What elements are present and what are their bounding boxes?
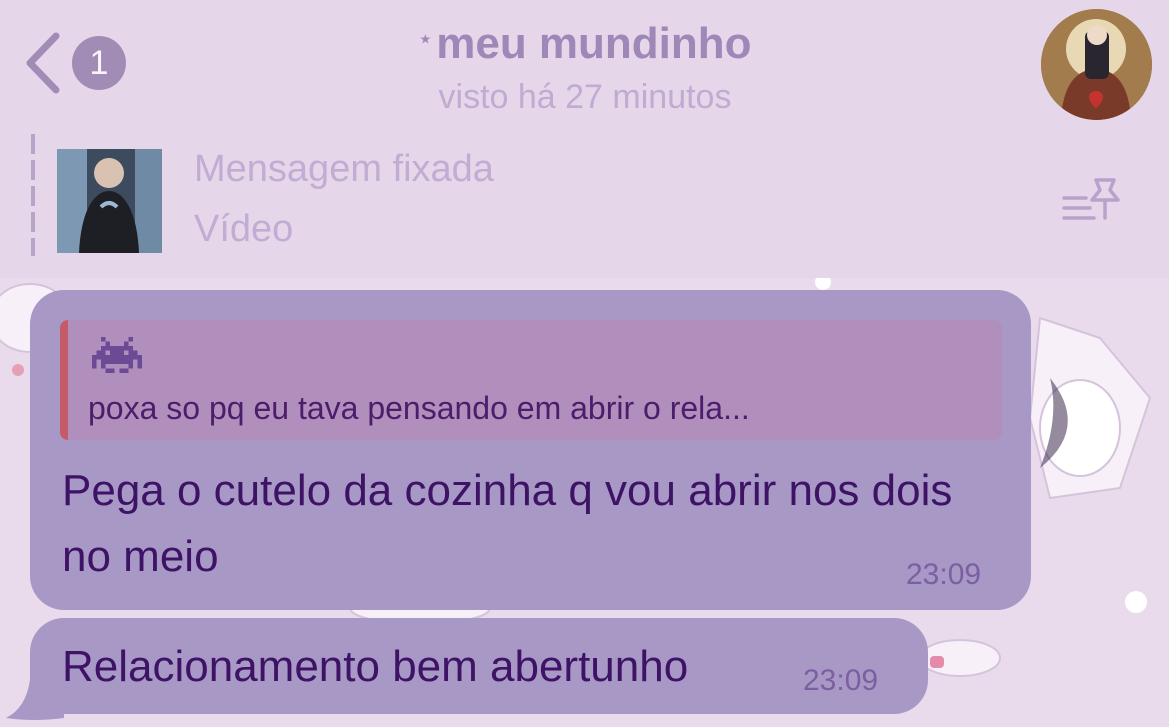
reply-accent-bar <box>60 320 68 440</box>
chat-title: ⋆meu mundinho <box>300 14 870 69</box>
chat-name: meu mundinho <box>436 19 752 68</box>
back-button[interactable]: 1 <box>18 26 138 100</box>
chevron-left-icon <box>26 32 60 94</box>
unread-count-badge: 1 <box>72 36 126 90</box>
chat-title-area[interactable]: ⋆meu mundinho visto há 27 minutos <box>300 14 870 119</box>
reply-preview[interactable]: poxa so pq eu tava pensando em abrir o r… <box>60 320 1002 440</box>
space-invader-icon <box>92 336 142 374</box>
pinned-video-thumbnail <box>57 149 162 253</box>
message-timestamp: 23:09 <box>803 664 879 697</box>
pinned-indicator-bar <box>31 134 35 256</box>
chat-header: 1 ⋆meu mundinho visto há 27 minutos <box>0 0 1169 128</box>
pinned-subtitle: Vídeo <box>194 208 294 250</box>
pinned-message-bar[interactable]: Mensagem fixada Vídeo <box>0 128 1169 278</box>
last-seen-status: visto há 27 minutos <box>438 78 732 116</box>
title-star-prefix: ⋆ <box>418 26 433 51</box>
message-timestamp: 23:09 <box>906 558 982 591</box>
avatar-image <box>1041 9 1152 120</box>
thumbnail-image <box>57 149 162 253</box>
contact-avatar[interactable] <box>1041 9 1152 120</box>
pinned-title: Mensagem fixada <box>194 148 494 190</box>
reply-preview-text: poxa so pq eu tava pensando em abrir o r… <box>88 390 750 426</box>
bubble-tail <box>6 660 64 720</box>
message-text: Relacionamento bem abertunho <box>62 642 689 691</box>
message-text: Pega o cutelo da cozinha q vou abrir nos… <box>62 466 953 581</box>
pinned-list-icon[interactable] <box>1058 174 1128 226</box>
